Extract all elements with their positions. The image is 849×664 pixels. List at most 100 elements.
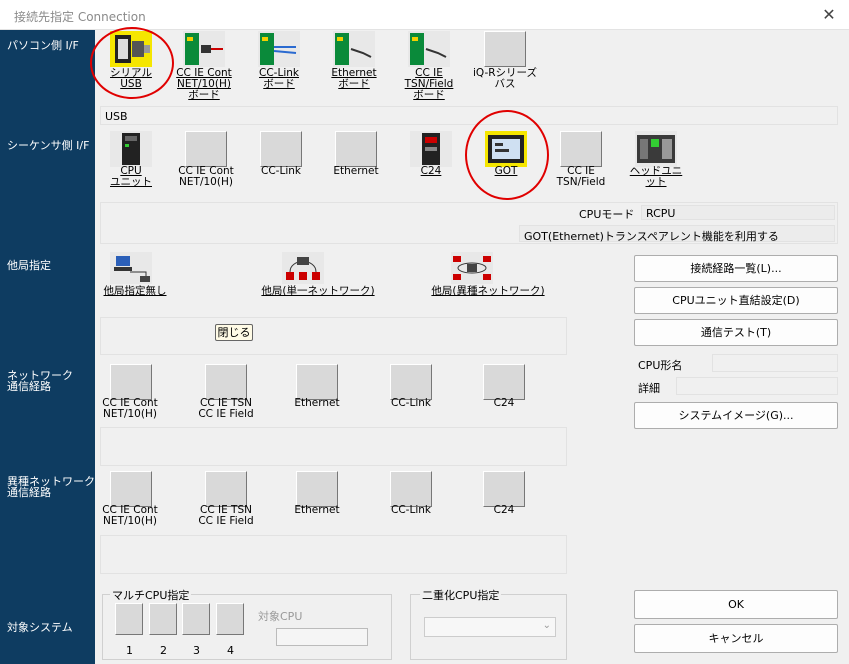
close-icon[interactable]: ✕	[819, 5, 839, 25]
ok-button[interactable]: OK	[634, 590, 838, 619]
network-route-label: CC IE Cont NET/10(H)	[102, 397, 158, 420]
cpu-mode-value: RCPU	[646, 207, 676, 220]
seq-if-label: CC-Link	[261, 165, 301, 177]
title-bar: 接続先指定 Connection ✕	[0, 0, 849, 30]
target-cpu-label: 対象CPU	[258, 610, 303, 623]
seq-if-label: Ethernet	[333, 165, 379, 177]
seq-if-cclink[interactable]	[260, 131, 302, 167]
pc-if-label: CC-Link ボード	[259, 67, 299, 90]
hetero-route-tile[interactable]	[110, 471, 152, 507]
network-route-label: CC IE TSN CC IE Field	[198, 397, 254, 420]
network-route-tile[interactable]	[483, 364, 525, 400]
c24-icon	[410, 131, 452, 167]
network-route-label: C24	[493, 397, 515, 409]
pc-if-ccie-board[interactable]	[183, 31, 225, 70]
board-icon	[258, 31, 300, 67]
label-other-station: 他局指定	[7, 259, 51, 272]
hetero-route-label: CC IE Cont NET/10(H)	[102, 504, 158, 527]
hetero-route-label: CC-Link	[391, 504, 431, 516]
system-image-button[interactable]: システムイメージ(G)...	[634, 402, 838, 429]
cpu-unit-icon	[110, 131, 152, 167]
network-route-label: CC-Link	[391, 397, 431, 409]
seq-if-label: C24	[420, 165, 442, 177]
seq-if-label: CC IE TSN/Field	[556, 165, 606, 188]
network-route-tile[interactable]	[110, 364, 152, 400]
pc-if-iqr-bus[interactable]	[484, 31, 526, 67]
comm-test-button[interactable]: 通信テスト(T)	[634, 319, 838, 346]
network-route-tile[interactable]	[205, 364, 247, 400]
multi-cpu-slot[interactable]	[149, 603, 177, 635]
multi-cpu-group	[102, 594, 392, 660]
left-panel	[0, 30, 95, 664]
board-icon	[333, 31, 375, 67]
network-info-panel	[100, 427, 567, 466]
cancel-button[interactable]: キャンセル	[634, 624, 838, 653]
redundant-cpu-title: 二重化CPU指定	[420, 587, 502, 603]
seq-if-tsn[interactable]	[560, 131, 602, 167]
hetero-info-panel	[100, 535, 567, 574]
head-unit-icon	[635, 131, 677, 167]
other-station-label: 他局(単一ネットワーク)	[261, 285, 375, 297]
hetero-route-label: CC IE TSN CC IE Field	[198, 504, 254, 527]
chevron-down-icon: ⌄	[542, 620, 551, 631]
pc-if-label: Ethernet ボード	[331, 67, 377, 90]
seq-if-ccie[interactable]	[185, 131, 227, 167]
route-list-button[interactable]: 接続経路一覧(L)...	[634, 255, 838, 282]
multi-cpu-num: 2	[160, 644, 167, 657]
label-network-2: 通信経路	[7, 380, 51, 393]
detail-label: 詳細	[638, 382, 660, 395]
seq-if-label: CPU ユニット	[110, 165, 152, 188]
got-transparent-option[interactable]: GOT(Ethernet)トランスペアレント機能を利用する	[519, 225, 835, 243]
label-pc-if: パソコン側 I/F	[7, 39, 79, 52]
pc-if-info-bar: USB	[100, 106, 838, 125]
pc-if-ethernet-board[interactable]	[333, 31, 375, 70]
pc-if-label: CC IE TSN/Field ボード	[404, 67, 454, 101]
seq-info-panel: CPUモード RCPU GOT(Ethernet)トランスペアレント機能を利用す…	[100, 202, 838, 244]
pc-if-tsn-board[interactable]	[408, 31, 450, 70]
close-panel-button[interactable]: 閉じる	[215, 324, 253, 341]
hetero-route-tile[interactable]	[205, 471, 247, 507]
highlight-circle	[465, 110, 549, 200]
seq-if-label: CC IE Cont NET/10(H)	[178, 165, 234, 188]
window-title: 接続先指定 Connection	[14, 10, 146, 24]
pc-if-label: CC IE Cont NET/10(H) ボード	[176, 67, 232, 101]
pc-if-label: iQ-Rシリーズ バス	[472, 67, 538, 90]
label-hetero-2: 通信経路	[7, 486, 51, 499]
seq-if-ethernet[interactable]	[335, 131, 377, 167]
hetero-route-tile[interactable]	[296, 471, 338, 507]
network-route-label: Ethernet	[294, 397, 340, 409]
board-icon	[183, 31, 225, 67]
cpu-type-label: CPU形名	[638, 359, 683, 372]
cpu-type-field	[712, 354, 838, 372]
hetero-route-label: Ethernet	[294, 504, 340, 516]
hetero-route-label: C24	[493, 504, 515, 516]
single-network-icon	[282, 252, 324, 284]
cpu-mode-field: RCPU	[641, 205, 835, 220]
other-info-panel: 閉じる	[100, 317, 567, 355]
label-seq-if: シーケンサ側 I/F	[7, 139, 90, 152]
network-route-tile[interactable]	[296, 364, 338, 400]
hetero-route-tile[interactable]	[483, 471, 525, 507]
pc-if-selected: USB	[105, 110, 128, 123]
redundant-cpu-select[interactable]: ⌄	[424, 617, 556, 637]
multi-cpu-slot[interactable]	[115, 603, 143, 635]
detail-field	[676, 377, 838, 395]
multi-cpu-slot[interactable]	[182, 603, 210, 635]
network-route-tile[interactable]	[390, 364, 432, 400]
cpu-direct-button[interactable]: CPUユニット直結設定(D)	[634, 287, 838, 314]
target-cpu-field[interactable]	[276, 628, 368, 646]
multi-cpu-slot[interactable]	[216, 603, 244, 635]
multi-cpu-title: マルチCPU指定	[110, 587, 192, 603]
multi-cpu-num: 4	[227, 644, 234, 657]
seq-if-label: ヘッドユニット	[629, 165, 683, 188]
label-target-system: 対象システム	[7, 621, 73, 634]
other-station-label: 他局(異種ネットワーク)	[431, 285, 545, 297]
multi-network-icon	[451, 252, 493, 284]
hetero-route-tile[interactable]	[390, 471, 432, 507]
pc-if-cclink-board[interactable]	[258, 31, 300, 70]
board-icon	[408, 31, 450, 67]
got-transparent-label: GOT(Ethernet)トランスペアレント機能を利用する	[524, 230, 779, 243]
multi-cpu-num: 3	[193, 644, 200, 657]
other-station-label: 他局指定無し	[103, 285, 167, 297]
pc-station-icon	[110, 252, 152, 284]
